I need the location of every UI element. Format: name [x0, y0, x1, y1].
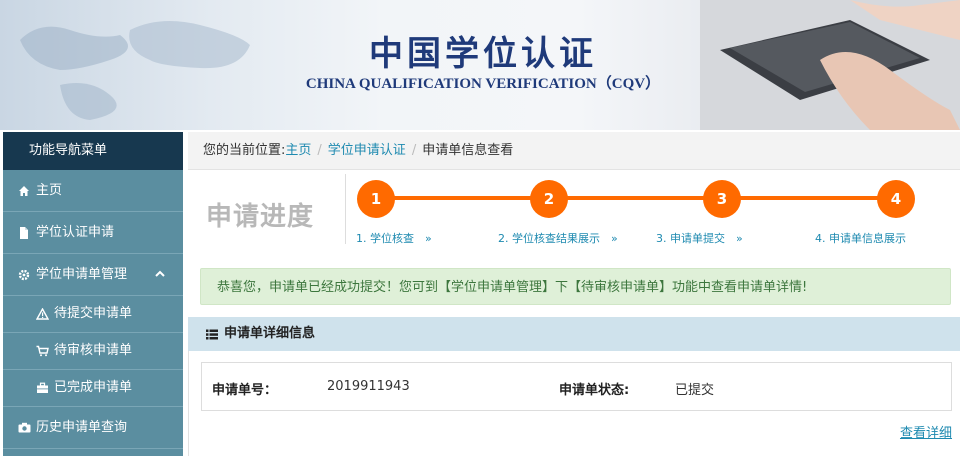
progress-line	[376, 196, 896, 200]
view-details-link[interactable]: 查看详细	[900, 422, 952, 441]
site-subtitle: CHINA QUALIFICATION VERIFICATION（CQV）	[305, 76, 661, 92]
breadcrumb-separator: /	[317, 143, 322, 158]
breadcrumb: 您的当前位置:主页 / 学位申请认证 / 申请单信息查看	[188, 132, 960, 170]
home-icon	[17, 184, 31, 198]
briefcase-icon	[35, 381, 49, 395]
camera-icon	[17, 421, 31, 435]
sidebar-item-home[interactable]: 主页	[3, 170, 183, 212]
sidebar-item-label: 主页	[36, 182, 63, 198]
application-number-label: 申请单号：	[212, 383, 278, 398]
step-3-label: 3. 申请单提交 »	[656, 232, 743, 245]
breadcrumb-separator: /	[411, 143, 417, 158]
sidebar: 功能导航菜单 主页 学位认证申请 学位申请单管理 待提交申请单 待审核申请单 已…	[3, 132, 183, 456]
warning-icon	[35, 307, 49, 321]
main-content: 您的当前位置:主页 / 学位申请认证 / 申请单信息查看 申请进度 1 2 3 4 1.…	[188, 132, 960, 456]
detail-panel-title: 申请单详细信息	[224, 326, 316, 341]
file-icon	[17, 226, 31, 240]
application-number-value: 2019911943	[327, 379, 410, 394]
breadcrumb-section-link[interactable]: 学位申请认证	[328, 143, 406, 158]
application-status-value: 已提交	[675, 383, 715, 398]
step-4-circle: 4	[877, 180, 915, 218]
gear-icon	[17, 268, 31, 282]
sidebar-item-pending-review[interactable]: 待审核申请单	[3, 333, 183, 370]
step-2-circle: 2	[530, 180, 568, 218]
step-2-label: 2. 学位核查结果展示 »	[498, 232, 618, 245]
list-icon	[206, 329, 218, 340]
chevron-up-icon[interactable]	[155, 254, 165, 296]
step-4-label: 4. 申请单信息展示	[815, 232, 906, 245]
cart-icon	[35, 344, 49, 358]
sidebar-item-label: 待提交申请单	[54, 306, 133, 321]
detail-panel-header: 申请单详细信息	[188, 317, 960, 351]
sidebar-item-application-management[interactable]: 学位申请单管理	[3, 254, 183, 296]
sidebar-header: 功能导航菜单	[3, 132, 183, 170]
success-alert: 恭喜您，申请单已经成功提交！您可到【学位申请单管理】下【待审核申请单】功能中查看…	[200, 268, 951, 305]
progress-title: 申请进度	[206, 202, 315, 232]
sidebar-item-label: 待审核申请单	[54, 343, 133, 358]
sidebar-item-label: 历史申请单查询	[36, 419, 128, 435]
step-3-circle: 3	[703, 180, 741, 218]
site-title: 中国学位认证	[369, 34, 597, 74]
sidebar-item-degree-apply[interactable]: 学位认证申请	[3, 212, 183, 254]
application-info-box: 申请单号： 2019911943 申请单状态: 已提交	[201, 362, 952, 411]
sidebar-item-pending-submit[interactable]: 待提交申请单	[3, 296, 183, 333]
sidebar-item-history[interactable]: 历史申请单查询	[3, 407, 183, 449]
sidebar-item-completed[interactable]: 已完成申请单	[3, 370, 183, 407]
header-banner: 中国学位认证 CHINA QUALIFICATION VERIFICATION（…	[0, 0, 960, 130]
progress-divider	[345, 174, 346, 244]
breadcrumb-current: 申请单信息查看	[422, 143, 514, 158]
breadcrumb-home-link[interactable]: 主页	[285, 143, 311, 158]
breadcrumb-prefix: 您的当前位置:	[203, 143, 286, 158]
application-status-label: 申请单状态:	[559, 383, 630, 398]
step-1-circle: 1	[357, 180, 395, 218]
detail-panel-body: 申请单号： 2019911943 申请单状态: 已提交 查看详细	[188, 351, 960, 456]
sidebar-item-label: 学位申请单管理	[36, 266, 128, 282]
sidebar-item-label: 学位认证申请	[36, 224, 115, 240]
step-1-label: 1. 学位核查 »	[356, 232, 432, 245]
progress-steps: 申请进度 1 2 3 4 1. 学位核查 » 2. 学位核查结果展示 » 3. …	[188, 172, 960, 252]
sidebar-item-label: 已完成申请单	[54, 380, 133, 395]
